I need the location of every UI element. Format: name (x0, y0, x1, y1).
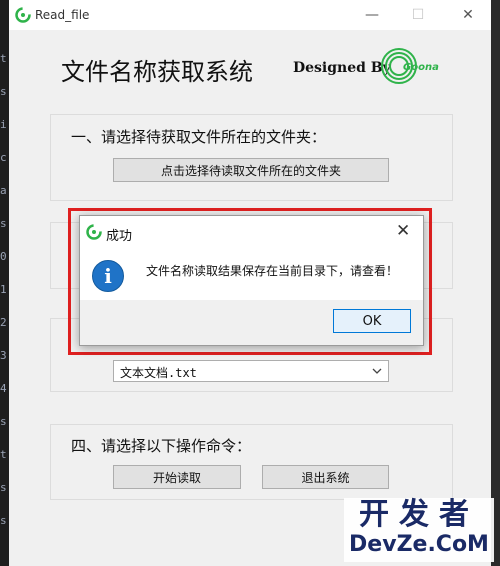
success-dialog: 成功 ✕ i 文件名称读取结果保存在当前目录下，请查看！ OK (79, 215, 424, 346)
editor-glyph: 0 (0, 250, 7, 263)
editor-glyph: t (0, 448, 7, 461)
editor-glyph: i (0, 118, 7, 131)
designed-by-label: Designed By (293, 60, 391, 76)
brand-name: Goona (403, 62, 439, 73)
page-title: 文件名称获取系统 (61, 58, 253, 86)
editor-glyph: 2 (0, 316, 7, 329)
title-bar: Read_file — ☐ ✕ (9, 0, 491, 30)
app-icon (15, 7, 31, 23)
start-read-button[interactable]: 开始读取 (113, 465, 241, 489)
minimize-icon[interactable]: — (349, 0, 395, 30)
watermark-line-2: DevZe.CoM (349, 532, 489, 557)
file-format-value: 文本文档.txt (120, 366, 197, 380)
info-icon: i (92, 260, 124, 292)
editor-glyph: c (0, 151, 7, 164)
editor-glyph: t (0, 52, 7, 65)
window-title: Read_file (35, 8, 90, 22)
editor-glyph: s (0, 85, 7, 98)
background-right-strip (491, 0, 500, 566)
editor-glyph: 3 (0, 349, 7, 362)
ok-button[interactable]: OK (333, 309, 411, 333)
actions-section-label: 四、请选择以下操作命令： (71, 437, 252, 455)
dialog-message: 文件名称读取结果保存在当前目录下，请查看！ (146, 264, 399, 278)
site-watermark: 开发者 DevZe.CoM (344, 498, 494, 562)
maximize-icon[interactable]: ☐ (395, 0, 441, 30)
editor-glyph: a (0, 184, 7, 197)
chevron-down-icon (372, 368, 382, 374)
file-format-select[interactable]: 文本文档.txt (113, 360, 389, 382)
watermark-line-1: 开发者 (359, 497, 479, 532)
editor-glyph: s (0, 415, 7, 428)
close-icon[interactable]: ✕ (445, 0, 491, 30)
app-icon (86, 224, 102, 240)
brand-logo: Goona (381, 48, 439, 84)
background-editor-strip: t s i c a s 0 1 2 3 4 s t s s (0, 0, 9, 566)
select-folder-button[interactable]: 点击选择待读取文件所在的文件夹 (113, 158, 389, 182)
exit-system-button[interactable]: 退出系统 (262, 465, 389, 489)
close-icon[interactable]: ✕ (396, 221, 410, 241)
editor-glyph: s (0, 481, 7, 494)
editor-glyph: s (0, 514, 7, 527)
dialog-footer: OK (80, 300, 423, 345)
editor-glyph: s (0, 217, 7, 230)
editor-glyph: 4 (0, 382, 7, 395)
folder-section-label: 一、请选择待获取文件所在的文件夹： (71, 128, 327, 146)
editor-glyph: 1 (0, 283, 7, 296)
dialog-title: 成功 (106, 229, 133, 244)
